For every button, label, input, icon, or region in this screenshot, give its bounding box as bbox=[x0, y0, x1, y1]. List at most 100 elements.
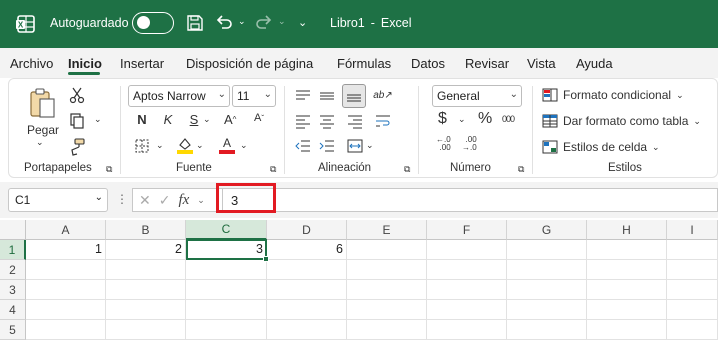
select-all-corner[interactable] bbox=[0, 220, 26, 240]
cell-e4[interactable] bbox=[347, 300, 427, 320]
cell-c5[interactable] bbox=[186, 320, 267, 340]
row-header-1[interactable]: 1 bbox=[0, 240, 26, 260]
align-bottom-icon[interactable] bbox=[342, 84, 366, 108]
cell-h1[interactable] bbox=[587, 240, 667, 260]
paste-button[interactable] bbox=[26, 86, 60, 120]
tab-datos[interactable]: Datos bbox=[411, 56, 445, 71]
cell-f1[interactable] bbox=[427, 240, 507, 260]
grow-font-icon[interactable]: A ^ bbox=[224, 112, 236, 127]
cell-d5[interactable] bbox=[267, 320, 347, 340]
undo-icon[interactable] bbox=[214, 13, 234, 33]
column-header-g[interactable]: G bbox=[507, 220, 587, 240]
italic-button[interactable]: K bbox=[160, 112, 176, 127]
cell-g2[interactable] bbox=[507, 260, 587, 280]
cell-h2[interactable] bbox=[587, 260, 667, 280]
tab-vista[interactable]: Vista bbox=[527, 56, 556, 71]
redo-dropdown-icon[interactable]: ⌄ bbox=[278, 16, 286, 27]
format-as-table-button[interactable]: Dar formato como tabla ⌄ bbox=[542, 114, 701, 128]
formula-input[interactable]: 3 bbox=[222, 188, 718, 212]
tab-inicio[interactable]: Inicio bbox=[68, 56, 102, 71]
cell-g1[interactable] bbox=[507, 240, 587, 260]
cell-c2[interactable] bbox=[186, 260, 267, 280]
cell-d1[interactable]: 6 bbox=[267, 240, 347, 260]
autosave-toggle[interactable] bbox=[132, 12, 174, 34]
cell-a5[interactable] bbox=[26, 320, 106, 340]
cell-b3[interactable] bbox=[106, 280, 186, 300]
cell-a3[interactable] bbox=[26, 280, 106, 300]
cell-f5[interactable] bbox=[427, 320, 507, 340]
decrease-indent-icon[interactable] bbox=[294, 137, 312, 155]
wrap-text-icon[interactable] bbox=[374, 112, 392, 130]
cell-g4[interactable] bbox=[507, 300, 587, 320]
tab-disposicion[interactable]: Disposición de página bbox=[186, 56, 313, 71]
bold-button[interactable]: N bbox=[134, 112, 150, 127]
cell-b2[interactable] bbox=[106, 260, 186, 280]
copy-icon[interactable] bbox=[68, 112, 86, 130]
number-launcher-icon[interactable]: ⧉ bbox=[518, 164, 524, 175]
row-header-3[interactable]: 3 bbox=[0, 280, 26, 300]
font-size-select[interactable]: 11 ⌄ bbox=[232, 85, 276, 107]
orientation-icon[interactable]: ab↗ bbox=[373, 86, 393, 104]
cell-h4[interactable] bbox=[587, 300, 667, 320]
align-top-icon[interactable] bbox=[294, 87, 312, 105]
cell-e2[interactable] bbox=[347, 260, 427, 280]
align-center-icon[interactable] bbox=[318, 112, 336, 130]
cell-e1[interactable] bbox=[347, 240, 427, 260]
cell-i2[interactable] bbox=[667, 260, 718, 280]
alignment-launcher-icon[interactable]: ⧉ bbox=[404, 164, 410, 175]
cell-i3[interactable] bbox=[667, 280, 718, 300]
cell-h3[interactable] bbox=[587, 280, 667, 300]
shrink-font-icon[interactable]: Aˇ bbox=[254, 112, 264, 124]
clipboard-launcher-icon[interactable]: ⧉ bbox=[106, 164, 112, 175]
cell-a4[interactable] bbox=[26, 300, 106, 320]
cell-i4[interactable] bbox=[667, 300, 718, 320]
more-options-icon[interactable]: ⋮ bbox=[116, 192, 128, 206]
column-header-d[interactable]: D bbox=[267, 220, 347, 240]
cut-icon[interactable] bbox=[68, 86, 86, 104]
column-header-i[interactable]: I bbox=[667, 220, 718, 240]
cell-a1[interactable]: 1 bbox=[26, 240, 106, 260]
underline-button[interactable]: S bbox=[186, 112, 202, 127]
column-header-f[interactable]: F bbox=[427, 220, 507, 240]
font-launcher-icon[interactable]: ⧉ bbox=[270, 164, 276, 175]
cell-f4[interactable] bbox=[427, 300, 507, 320]
format-painter-icon[interactable] bbox=[68, 138, 86, 156]
enter-icon[interactable]: ✓ bbox=[159, 192, 171, 209]
cell-g5[interactable] bbox=[507, 320, 587, 340]
cell-f3[interactable] bbox=[427, 280, 507, 300]
row-header-4[interactable]: 4 bbox=[0, 300, 26, 320]
borders-dropdown-icon[interactable]: ⌄ bbox=[156, 140, 164, 151]
cell-d2[interactable] bbox=[267, 260, 347, 280]
cell-d4[interactable] bbox=[267, 300, 347, 320]
column-header-h[interactable]: H bbox=[587, 220, 667, 240]
cell-b4[interactable] bbox=[106, 300, 186, 320]
currency-button[interactable]: $ bbox=[438, 110, 447, 128]
number-format-select[interactable]: General ⌄ bbox=[432, 85, 522, 107]
customize-toolbar-icon[interactable]: ⌄ bbox=[298, 16, 307, 29]
align-middle-icon[interactable] bbox=[318, 87, 336, 105]
cancel-icon[interactable]: ✕ bbox=[139, 192, 151, 209]
paste-label[interactable]: Pegar bbox=[26, 123, 60, 137]
align-left-icon[interactable] bbox=[294, 112, 312, 130]
chevron-down-icon[interactable]: ⌄ bbox=[95, 192, 103, 203]
cell-f2[interactable] bbox=[427, 260, 507, 280]
column-header-b[interactable]: B bbox=[106, 220, 186, 240]
name-box[interactable]: C1 ⌄ bbox=[8, 188, 108, 212]
row-header-2[interactable]: 2 bbox=[0, 260, 26, 280]
cell-d3[interactable] bbox=[267, 280, 347, 300]
cell-e5[interactable] bbox=[347, 320, 427, 340]
insert-function-icon[interactable]: fx bbox=[178, 192, 189, 209]
fill-color-icon[interactable] bbox=[176, 135, 194, 155]
cell-c4[interactable] bbox=[186, 300, 267, 320]
copy-dropdown-icon[interactable]: ⌄ bbox=[94, 114, 102, 125]
cell-b1[interactable]: 2 bbox=[106, 240, 186, 260]
chevron-down-icon[interactable]: ⌄ bbox=[197, 195, 205, 206]
save-icon[interactable] bbox=[186, 14, 204, 32]
font-name-select[interactable]: Aptos Narrow ⌄ bbox=[128, 85, 230, 107]
borders-icon[interactable] bbox=[134, 138, 150, 154]
tab-insertar[interactable]: Insertar bbox=[120, 56, 164, 71]
merge-dropdown-icon[interactable]: ⌄ bbox=[366, 140, 374, 151]
column-header-c[interactable]: C bbox=[186, 220, 267, 240]
conditional-format-button[interactable]: Formato condicional ⌄ bbox=[542, 88, 684, 102]
cell-g3[interactable] bbox=[507, 280, 587, 300]
